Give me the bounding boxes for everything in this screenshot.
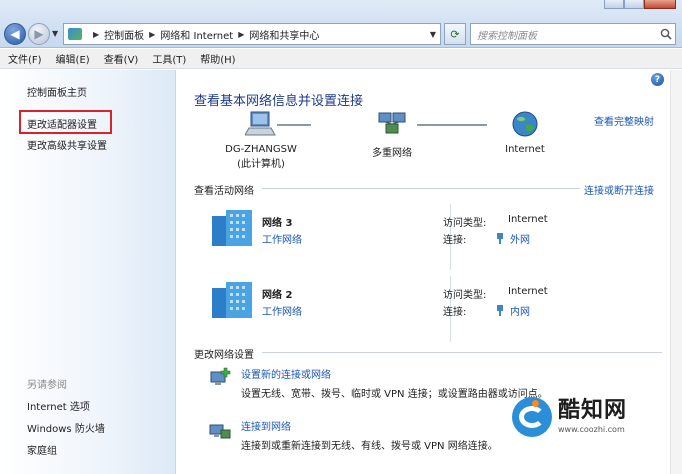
chevron-right-icon[interactable]: ▶	[238, 30, 244, 39]
menu-tools[interactable]: 工具(T)	[152, 51, 186, 66]
connection-link[interactable]: 外网	[496, 231, 530, 246]
search-input[interactable]: 搜索控制面板	[470, 23, 676, 45]
access-type-label: 访问类型:	[443, 290, 487, 301]
connect-to-network-link[interactable]: 连接到网络	[241, 418, 291, 433]
breadcrumb-control-panel[interactable]: 控制面板	[104, 27, 144, 42]
connection-line	[417, 124, 487, 126]
close-button[interactable]	[644, 0, 676, 9]
maximize-button[interactable]	[624, 0, 644, 9]
help-icon[interactable]: ?	[651, 73, 664, 86]
node-multiple-networks[interactable]: 多重网络	[357, 110, 427, 159]
setup-connection-link[interactable]: 设置新的连接或网络	[241, 366, 331, 381]
ethernet-icon	[497, 233, 503, 244]
history-dropdown[interactable]: ▼	[52, 29, 58, 38]
menu-bar: 文件(F) 编辑(E) 查看(V) 工具(T) 帮助(H)	[0, 49, 682, 69]
menu-edit[interactable]: 编辑(E)	[56, 51, 90, 66]
search-icon[interactable]	[657, 25, 675, 43]
connect-disconnect-link[interactable]: 连接或断开连接	[584, 182, 654, 197]
access-type-value: Internet	[508, 286, 548, 297]
arrow-right-icon: ▶	[34, 27, 44, 41]
watermark-title: 酷知网	[558, 398, 628, 423]
active-networks-heading: 查看活动网络	[194, 186, 254, 197]
refresh-icon: ⟳	[450, 27, 460, 41]
page-title: 查看基本网络信息并设置连接	[194, 94, 364, 109]
arrow-left-icon: ◀	[10, 27, 20, 41]
see-also-heading: 另请参阅	[27, 380, 67, 391]
setup-connection-description: 设置无线、宽带、拨号、临时或 VPN 连接；或设置路由器或访问点。	[241, 389, 548, 400]
menu-help[interactable]: 帮助(H)	[200, 51, 235, 66]
access-type-label: 访问类型:	[443, 218, 487, 229]
watermark: 酷知网 www.coozhi.com	[512, 389, 680, 444]
forward-button[interactable]: ▶	[28, 23, 50, 45]
sidebar-change-adapter-settings[interactable]: 更改适配器设置	[27, 116, 97, 131]
change-settings-heading: 更改网络设置	[194, 350, 254, 361]
connect-to-network-description: 连接到或重新连接到无线、有线、拨号或 VPN 网络连接。	[241, 441, 498, 452]
new-connection-icon	[207, 366, 233, 390]
multiple-networks-icon	[376, 110, 408, 138]
watermark-url: www.coozhi.com	[558, 425, 625, 434]
control-panel-icon	[68, 28, 82, 40]
chevron-right-icon[interactable]: ▶	[149, 30, 155, 39]
window-controls	[604, 0, 676, 9]
chevron-right-icon[interactable]: ▶	[93, 30, 99, 39]
node-name: DG-ZHANGSW	[225, 144, 297, 155]
breadcrumb-network-internet[interactable]: 网络和 Internet	[160, 27, 233, 42]
node-this-computer[interactable]: DG-ZHANGSW (此计算机)	[221, 110, 301, 170]
connection-name[interactable]: 外网	[510, 231, 530, 246]
node-caption: (此计算机)	[237, 159, 285, 170]
network-name: 网络 2	[262, 290, 293, 301]
network-building-icon	[210, 282, 254, 320]
section-divider	[262, 352, 662, 353]
access-type-value: Internet	[508, 214, 548, 225]
sidebar-control-panel-home[interactable]: 控制面板主页	[27, 84, 87, 99]
computer-icon	[244, 110, 277, 138]
network-building-icon	[210, 210, 254, 248]
connection-label: 连接:	[443, 307, 467, 318]
sidebar: 控制面板主页 更改适配器设置 更改高级共享设置 另请参阅 Internet 选项…	[0, 70, 176, 474]
node-internet[interactable]: Internet	[493, 110, 557, 155]
search-placeholder: 搜索控制面板	[477, 30, 537, 42]
connection-link[interactable]: 内网	[496, 303, 530, 318]
network-type-link[interactable]: 工作网络	[262, 231, 302, 246]
sidebar-internet-options[interactable]: Internet 选项	[27, 398, 90, 413]
network-entry: 网络 3 工作网络 访问类型: Internet 连接: 外网	[194, 204, 664, 270]
navigation-bar: ◀ ▶ ▼ ▶ 控制面板 ▶ 网络和 Internet ▶ 网络和共享中心 ▼ …	[0, 0, 682, 48]
view-full-map-link[interactable]: 查看完整映射	[594, 113, 654, 128]
address-dropdown-icon[interactable]: ▼	[426, 30, 440, 39]
node-name: 多重网络	[372, 148, 412, 159]
ethernet-icon	[497, 305, 503, 316]
breadcrumb-network-sharing-center[interactable]: 网络和共享中心	[249, 27, 319, 42]
back-button[interactable]: ◀	[4, 23, 26, 45]
node-name: Internet	[505, 144, 545, 155]
network-entry: 网络 2 工作网络 访问类型: Internet 连接: 内网	[194, 276, 664, 342]
address-bar[interactable]: ▶ 控制面板 ▶ 网络和 Internet ▶ 网络和共享中心 ▼	[63, 23, 441, 45]
sidebar-homegroup[interactable]: 家庭组	[27, 442, 57, 457]
connect-network-icon	[207, 418, 233, 442]
menu-view[interactable]: 查看(V)	[104, 51, 139, 66]
coozhi-logo-icon	[512, 396, 552, 437]
connection-label: 连接:	[443, 235, 467, 246]
network-type-link[interactable]: 工作网络	[262, 303, 302, 318]
section-divider	[262, 188, 580, 189]
network-name: 网络 3	[262, 218, 293, 229]
connection-name[interactable]: 内网	[510, 303, 530, 318]
minimize-button[interactable]	[604, 0, 624, 9]
refresh-button[interactable]: ⟳	[444, 23, 466, 45]
globe-icon	[509, 110, 541, 138]
menu-file[interactable]: 文件(F)	[8, 51, 42, 66]
sidebar-change-advanced-sharing[interactable]: 更改高级共享设置	[27, 137, 107, 152]
sidebar-windows-firewall[interactable]: Windows 防火墙	[27, 420, 105, 435]
